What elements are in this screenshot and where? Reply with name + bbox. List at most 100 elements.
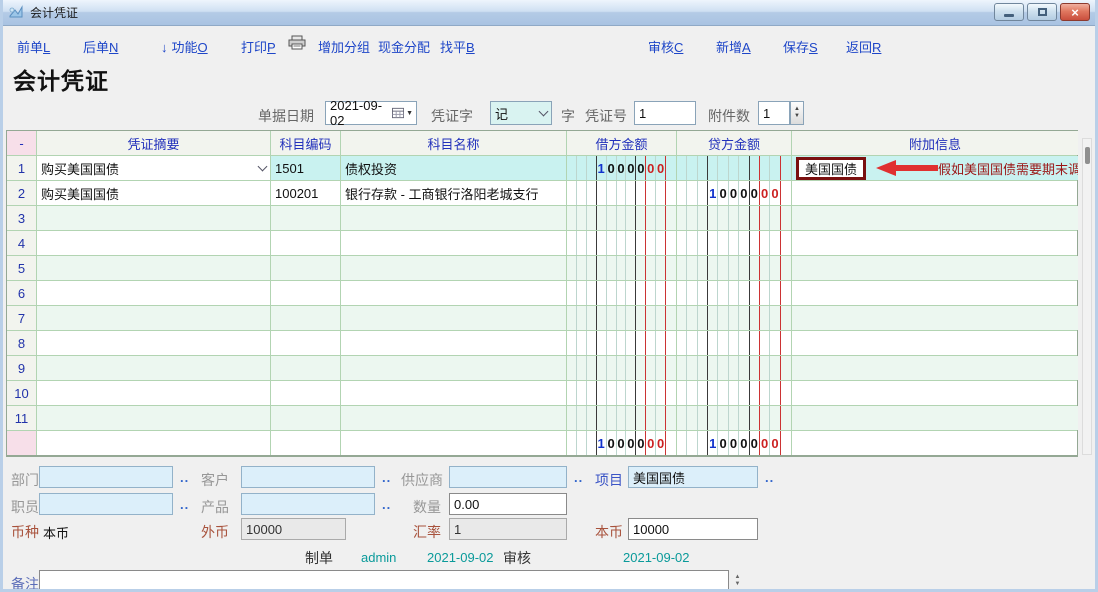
- cell-debit-amount[interactable]: [567, 331, 677, 355]
- cell-debit-amount[interactable]: [567, 231, 677, 255]
- cell-account-code[interactable]: [271, 381, 341, 405]
- save-button[interactable]: 保存S: [783, 37, 818, 56]
- cell-summary[interactable]: [37, 281, 271, 305]
- row-number[interactable]: 1: [7, 156, 37, 180]
- cell-credit-amount[interactable]: [677, 406, 792, 430]
- remark-stepper[interactable]: ▲▼: [730, 570, 745, 592]
- cell-extra-info[interactable]: [792, 331, 1078, 355]
- cell-summary[interactable]: [37, 356, 271, 380]
- department-input[interactable]: [39, 466, 173, 488]
- staff-input[interactable]: [39, 493, 173, 515]
- cell-summary[interactable]: 购买美国国债: [37, 156, 271, 180]
- cell-account-name[interactable]: [341, 406, 567, 430]
- cell-account-name[interactable]: [341, 256, 567, 280]
- cell-summary[interactable]: [37, 256, 271, 280]
- cell-credit-amount[interactable]: [677, 281, 792, 305]
- cell-credit-amount[interactable]: [677, 231, 792, 255]
- product-browse-button[interactable]: ..: [382, 497, 391, 512]
- attach-count-stepper[interactable]: ▲▼: [790, 101, 804, 125]
- row-number[interactable]: 10: [7, 381, 37, 405]
- cell-summary[interactable]: [37, 306, 271, 330]
- row-number[interactable]: 9: [7, 356, 37, 380]
- cell-credit-amount[interactable]: 1000000: [677, 181, 792, 205]
- cell-account-code[interactable]: [271, 231, 341, 255]
- cell-extra-info[interactable]: [792, 181, 1078, 205]
- cell-summary[interactable]: [37, 406, 271, 430]
- cell-credit-amount[interactable]: [677, 156, 792, 180]
- product-input[interactable]: [241, 493, 375, 515]
- cell-summary[interactable]: [37, 231, 271, 255]
- cell-account-name[interactable]: 银行存款 - 工商银行洛阳老城支行: [341, 181, 567, 205]
- cell-account-name[interactable]: [341, 281, 567, 305]
- next-voucher-button[interactable]: 后单N: [83, 37, 118, 56]
- cell-account-code[interactable]: [271, 256, 341, 280]
- cell-account-code[interactable]: [271, 281, 341, 305]
- cell-extra-info[interactable]: [792, 306, 1078, 330]
- cell-debit-amount[interactable]: [567, 381, 677, 405]
- cell-account-code[interactable]: [271, 306, 341, 330]
- voucher-word-select[interactable]: 记: [490, 101, 552, 125]
- customer-input[interactable]: [241, 466, 375, 488]
- cell-debit-amount[interactable]: [567, 256, 677, 280]
- cell-extra-info[interactable]: [792, 231, 1078, 255]
- cell-account-code[interactable]: [271, 206, 341, 230]
- date-input[interactable]: 2021-09-02 ▼: [325, 101, 417, 125]
- cell-extra-info[interactable]: 美国国债假如美国国债需要期末调汇: [792, 156, 1078, 180]
- cell-credit-amount[interactable]: [677, 381, 792, 405]
- staff-browse-button[interactable]: ..: [180, 497, 189, 512]
- new-button[interactable]: 新增A: [716, 37, 751, 56]
- cell-credit-amount[interactable]: [677, 356, 792, 380]
- grid-scrollbar-thumb[interactable]: [1085, 147, 1090, 164]
- voucher-number-input[interactable]: 1: [634, 101, 696, 125]
- cell-account-code[interactable]: [271, 356, 341, 380]
- maximize-button[interactable]: [1027, 3, 1057, 21]
- cell-credit-amount[interactable]: [677, 256, 792, 280]
- cell-extra-info[interactable]: [792, 356, 1078, 380]
- cell-account-name[interactable]: [341, 331, 567, 355]
- cell-summary[interactable]: [37, 206, 271, 230]
- cell-debit-amount[interactable]: [567, 306, 677, 330]
- cell-debit-amount[interactable]: 1000000: [567, 156, 677, 180]
- project-browse-button[interactable]: ..: [765, 470, 774, 485]
- cell-credit-amount[interactable]: [677, 206, 792, 230]
- row-number[interactable]: 2: [7, 181, 37, 205]
- prev-voucher-button[interactable]: 前单L: [17, 37, 50, 56]
- return-button[interactable]: 返回R: [846, 37, 881, 56]
- department-browse-button[interactable]: ..: [180, 470, 189, 485]
- audit-button[interactable]: 审核C: [648, 37, 683, 56]
- project-input[interactable]: 美国国债: [628, 466, 758, 488]
- cell-credit-amount[interactable]: [677, 306, 792, 330]
- cell-debit-amount[interactable]: [567, 181, 677, 205]
- cell-debit-amount[interactable]: [567, 356, 677, 380]
- cell-extra-info[interactable]: [792, 256, 1078, 280]
- cash-allocate-button[interactable]: 现金分配: [378, 37, 430, 56]
- add-group-button[interactable]: 增加分组: [318, 37, 370, 56]
- cell-account-code[interactable]: 1501: [271, 156, 341, 180]
- balance-button[interactable]: 找平B: [440, 37, 475, 56]
- cell-account-name[interactable]: [341, 206, 567, 230]
- customer-browse-button[interactable]: ..: [382, 470, 391, 485]
- cell-account-code[interactable]: [271, 406, 341, 430]
- row-number[interactable]: 7: [7, 306, 37, 330]
- cell-account-code[interactable]: [271, 331, 341, 355]
- cell-extra-info[interactable]: [792, 381, 1078, 405]
- cell-summary[interactable]: [37, 381, 271, 405]
- minimize-button[interactable]: [994, 3, 1024, 21]
- row-number[interactable]: 8: [7, 331, 37, 355]
- print-button[interactable]: 打印P: [241, 37, 276, 56]
- row-number[interactable]: 3: [7, 206, 37, 230]
- cell-account-name[interactable]: [341, 356, 567, 380]
- cell-debit-amount[interactable]: [567, 406, 677, 430]
- quantity-input[interactable]: 0.00: [449, 493, 567, 515]
- row-number[interactable]: 6: [7, 281, 37, 305]
- attach-count-input[interactable]: 1: [758, 101, 790, 125]
- row-number[interactable]: 11: [7, 406, 37, 430]
- row-number[interactable]: 4: [7, 231, 37, 255]
- cell-account-name[interactable]: 债权投资: [341, 156, 567, 180]
- cell-account-name[interactable]: [341, 231, 567, 255]
- close-button[interactable]: ×: [1060, 3, 1090, 21]
- local-amount-input[interactable]: 10000: [628, 518, 758, 540]
- cell-account-code[interactable]: 100201: [271, 181, 341, 205]
- remark-input[interactable]: [39, 570, 729, 592]
- cell-account-name[interactable]: [341, 381, 567, 405]
